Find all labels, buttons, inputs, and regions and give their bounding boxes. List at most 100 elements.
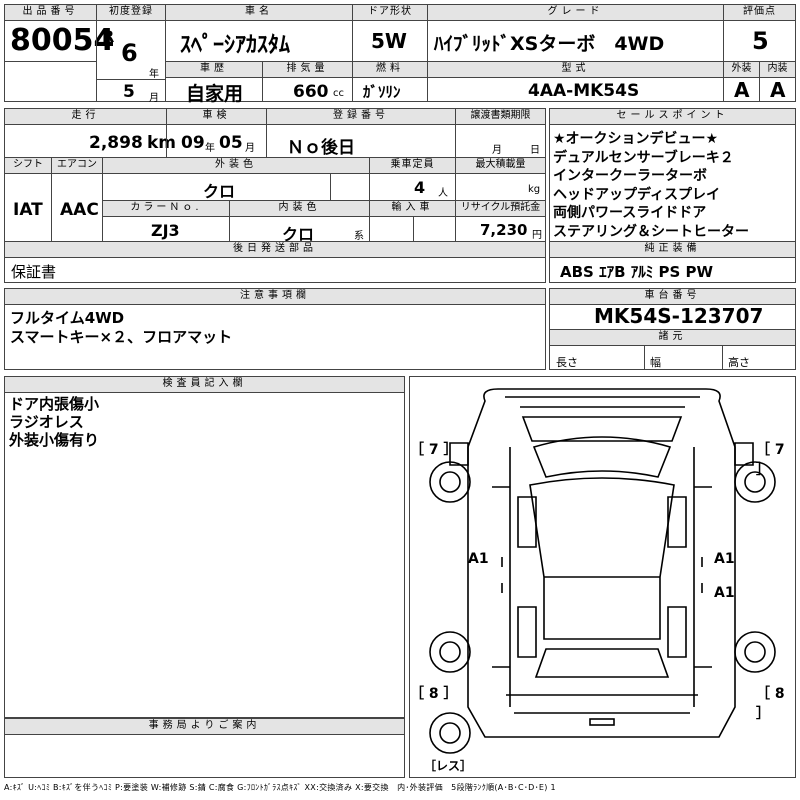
color-no-cell: カラーＮｏ. ZJ3: [102, 200, 230, 242]
mark-right-door-front: A1: [714, 551, 735, 567]
fuel: ｶﾞｿﾘﾝ: [363, 83, 401, 101]
model-cell: 型式 4AA-MK54S: [427, 61, 724, 102]
radio-less-label: ［レス］: [424, 759, 473, 773]
exterior-color-cell: 外装色 クロ: [102, 157, 370, 201]
score-cell: 評価点 5: [723, 4, 796, 62]
sales-point-item: インタークーラーターボ: [553, 168, 707, 184]
equipment: ABS ｴｱB ｱﾙﾐ PS PW: [560, 263, 714, 281]
displacement-label: 排気量: [263, 62, 352, 78]
inspector-line: 外装小傷有り: [9, 431, 100, 449]
spec-length: 長さ: [556, 356, 578, 369]
transfer-deadline-cell: 譲渡書類期限 月 日: [455, 108, 546, 158]
era: R: [102, 27, 115, 46]
equipment-label: 純正装備: [550, 242, 795, 258]
grade-cell: グレード ﾊｲﾌﾞﾘｯﾄﾞXSターボ 4WD: [427, 4, 724, 62]
spec-height: 高さ: [728, 356, 750, 369]
exterior-grade: A: [734, 78, 750, 102]
door-type: 5W: [371, 29, 407, 53]
inspection-cell: 車検 09 年 05 月: [166, 108, 267, 158]
inspection-month-unit: 月: [245, 143, 255, 154]
inspector-line: ドア内張傷小: [9, 395, 100, 413]
model: 4AA-MK54S: [528, 81, 640, 101]
displacement: 660: [293, 82, 329, 102]
recycle: 7,230: [480, 221, 528, 239]
ac-cell: エアコン AAC: [51, 157, 103, 242]
import-label: 輸入車: [370, 201, 455, 217]
inspection-label: 車検: [167, 109, 266, 125]
inspector-line: ラジオレス: [9, 413, 84, 431]
chassis-cell: 車台番号 MK54S-123707: [549, 288, 796, 330]
registration-label: 登録番号: [267, 109, 455, 125]
reg-year: 6: [121, 39, 138, 67]
notes-label: 注意事項欄: [5, 289, 545, 305]
capacity-label: 乗車定員: [370, 158, 455, 174]
car-name-cell: 車名 ｽﾍﾟｰｼｱｶｽﾀﾑ: [165, 4, 353, 62]
shift: IAT: [13, 200, 43, 220]
color-no-label: カラーＮｏ.: [103, 201, 229, 217]
lot-extra-cell: [4, 61, 97, 102]
shift-cell: シフト IAT: [4, 157, 52, 242]
mark-left-door: A1: [468, 551, 489, 567]
first-registration-label: 初度登録: [97, 5, 165, 21]
year-unit: 年: [149, 69, 159, 80]
mark-front-right: ［ 7 ］: [756, 442, 785, 478]
office-label: 事務局よりご案内: [5, 719, 404, 735]
grade-label: グレード: [428, 5, 723, 21]
mark-rear-right: ［ 8 ］: [756, 686, 785, 722]
mark-rear-left: ［ 8 ］: [410, 686, 458, 702]
history: 自家用: [186, 83, 244, 105]
max-load-label: 最大積載量: [456, 158, 545, 174]
inspector-label: 検査員記入欄: [5, 377, 404, 393]
history-label: 車歴: [166, 62, 262, 78]
displacement-unit: cc: [333, 88, 344, 99]
lot-number-label: 出品番号: [5, 5, 96, 21]
interior-color-cell: 内装色 クロ 系: [229, 200, 370, 244]
sales-point-item: ★オークションデビュー★: [553, 131, 719, 147]
shift-label: シフト: [5, 158, 51, 174]
max-load-unit: kg: [528, 184, 541, 195]
max-load-cell: 最大積載量 kg: [455, 157, 546, 201]
car-diagram: ［ 7 ］ ［ 7 ］ ［ 8 ］ ［ 8 ］ A1 A1 A1 ［レス］: [409, 376, 796, 778]
mileage: 2,898: [89, 133, 143, 153]
displacement-cell: 排気量 660 cc: [262, 61, 353, 102]
car-name: ｽﾍﾟｰｼｱｶｽﾀﾑ: [180, 33, 291, 58]
reg-month: 5: [123, 82, 135, 102]
color-no: ZJ3: [151, 221, 180, 240]
exterior-grade-cell: 外装 A: [723, 61, 760, 102]
fuel-label: 燃料: [353, 62, 427, 78]
recycle-unit: 円: [532, 230, 542, 241]
mark-front-left: ［ 7 ］: [410, 442, 458, 458]
recycle-label: リサイクル預託金: [456, 201, 545, 217]
mileage-label: 走行: [5, 109, 166, 125]
history-cell: 車歴 自家用: [165, 61, 263, 105]
note-line: スマートキー×２、フロアマット: [10, 328, 233, 346]
grade: ﾊｲﾌﾞﾘｯﾄﾞXSターボ 4WD: [434, 33, 665, 55]
equipment-cell: 純正装備 ABS ｴｱB ｱﾙﾐ PS PW: [549, 241, 796, 283]
interior-color-unit: 系: [354, 231, 364, 242]
notes-cell: 注意事項欄 フルタイム4WD スマートキー×２、フロアマット: [4, 288, 546, 370]
office-cell: 事務局よりご案内: [4, 718, 405, 778]
exterior-color-label: 外装色: [103, 158, 369, 174]
car-name-label: 車名: [166, 5, 352, 21]
inspection-year-unit: 年: [205, 143, 215, 154]
chassis-number: MK54S-123707: [594, 304, 764, 328]
chassis-label: 車台番号: [550, 289, 795, 305]
lot-number-cell: 出品番号 80054: [4, 4, 114, 62]
car-outline: [429, 388, 776, 754]
sales-point-item: ステアリング＆シートヒーター: [553, 223, 749, 240]
first-registration-cell: 初度登録 R 6 年 5 月: [96, 4, 166, 104]
capacity-unit: 人: [438, 188, 448, 199]
sales-point-item: ヘッドアップディスプレイ: [553, 186, 721, 203]
inspection-year: 09: [181, 133, 205, 153]
sales-point-item: デュアルセンサーブレーキ２: [553, 149, 734, 166]
interior-grade-label: 内装: [760, 62, 795, 78]
import-cell: 輸入車: [369, 200, 456, 242]
sales-point-item: 両側パワースライドドア: [553, 205, 707, 221]
specs-label: 諸元: [550, 330, 795, 346]
transfer-month: 月: [492, 145, 502, 156]
mileage-cell: 走行 2,898 km: [4, 108, 176, 158]
interior-grade: A: [770, 78, 786, 102]
sales-points-cell: セールスポイント ★オークションデビュー★ デュアルセンサーブレーキ２ インター…: [549, 108, 796, 242]
transfer-deadline-label: 譲渡書類期限: [456, 109, 545, 125]
ac-label: エアコン: [52, 158, 102, 174]
